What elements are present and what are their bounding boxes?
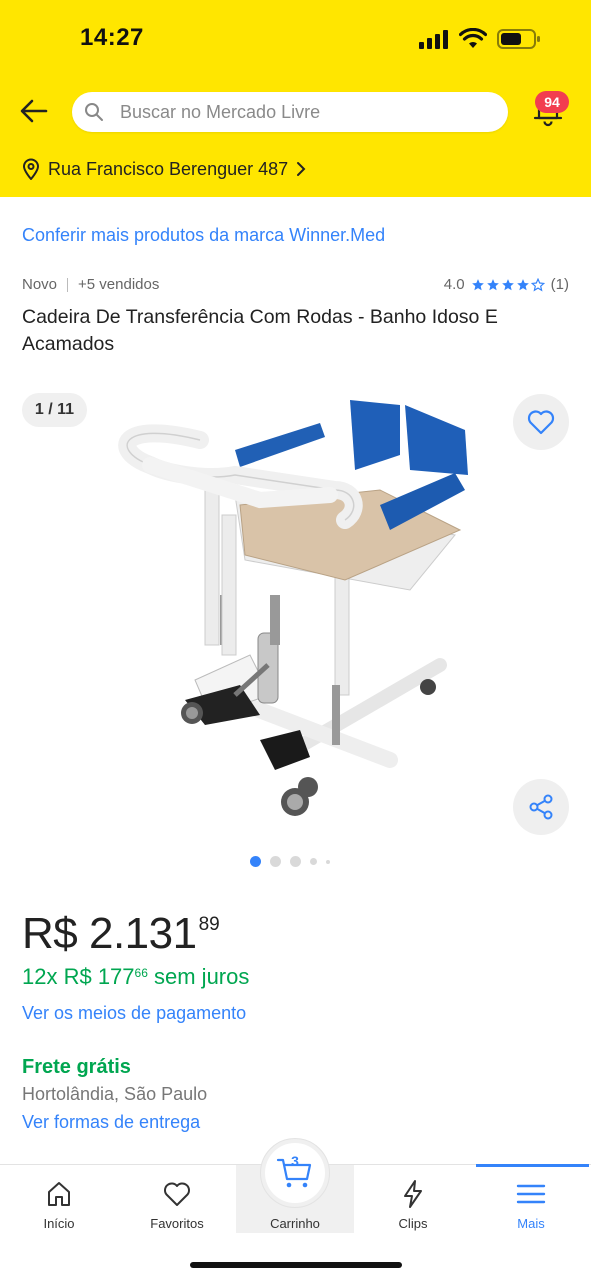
nav-label: Mais <box>517 1216 545 1231</box>
product-image[interactable] <box>110 395 490 835</box>
pagination-dot[interactable] <box>290 856 301 867</box>
header: 14:27 Buscar no Mercado Livre 94 Rua Fra… <box>0 0 591 197</box>
wifi-icon <box>459 28 487 48</box>
share-button[interactable] <box>513 779 569 835</box>
favorite-button[interactable] <box>513 394 569 450</box>
installments-prefix: 12x R$ 177 <box>22 964 135 989</box>
nav-label: Início <box>43 1216 75 1231</box>
search-input[interactable] <box>120 92 490 132</box>
address-label: Rua Francisco Berenguer 487 <box>48 158 289 179</box>
share-icon <box>529 794 553 820</box>
brand-products-link[interactable]: Conferir mais produtos da marca Winner.M… <box>22 225 385 246</box>
cart-button[interactable]: 3 <box>260 1138 330 1208</box>
star-filled-icon <box>486 278 499 290</box>
signal-icon <box>419 30 448 49</box>
nav-item-clips[interactable]: Clips <box>354 1165 472 1235</box>
rating-stars <box>471 277 545 292</box>
star-filled-icon <box>471 278 484 290</box>
location-pin-icon <box>22 158 40 180</box>
menu-icon <box>516 1184 546 1204</box>
nav-item-mais[interactable]: Mais <box>472 1165 590 1235</box>
heart-icon <box>527 410 555 435</box>
payment-methods-link[interactable]: Ver os meios de pagamento <box>22 1003 246 1024</box>
gallery-pagination <box>250 856 330 867</box>
installments-cents: 66 <box>134 966 148 980</box>
installments-suffix: sem juros <box>147 964 250 989</box>
rating[interactable]: 4.0 (1) <box>444 276 569 293</box>
lightning-icon <box>404 1180 422 1208</box>
gallery-counter: 1 / 11 <box>22 393 87 427</box>
star-filled-icon <box>501 278 514 290</box>
installments: 12x R$ 177 66 sem juros <box>22 964 249 990</box>
arrow-left-icon <box>20 99 48 123</box>
pagination-dot[interactable] <box>270 856 281 867</box>
heart-icon <box>164 1182 190 1206</box>
divider <box>67 277 69 292</box>
nav-item-inicio[interactable]: Início <box>0 1165 118 1235</box>
status-icons <box>419 28 541 50</box>
status-time: 14:27 <box>80 24 144 51</box>
home-icon <box>48 1182 70 1206</box>
price-main: R$ 2.131 <box>22 909 197 958</box>
review-count: (1) <box>550 276 569 293</box>
chevron-right-icon <box>297 162 306 176</box>
price: R$ 2.131 89 <box>22 908 220 960</box>
product-meta: Novo +5 vendidos 4.0 (1) <box>22 276 569 296</box>
nav-label: Favoritos <box>150 1216 204 1231</box>
back-button[interactable] <box>18 96 50 126</box>
price-cents: 89 <box>198 914 220 935</box>
pagination-dot[interactable] <box>326 859 330 864</box>
notification-badge: 94 <box>535 91 569 113</box>
nav-label: Carrinho <box>270 1216 320 1231</box>
star-filled-icon <box>516 278 529 290</box>
star-empty-icon <box>530 277 545 291</box>
pagination-dot[interactable] <box>310 858 317 865</box>
pagination-dot-active[interactable] <box>250 856 261 867</box>
address-selector[interactable]: Rua Francisco Berenguer 487 <box>22 158 306 180</box>
cart-count: 3 <box>291 1153 299 1169</box>
shipping-location: Hortolândia, São Paulo <box>22 1084 208 1104</box>
battery-icon <box>497 29 540 49</box>
condition-label: Novo <box>22 276 58 293</box>
product-title: Cadeira De Transferência Com Rodas - Ban… <box>22 306 498 355</box>
nav-label: Clips <box>398 1216 428 1231</box>
search-icon <box>85 103 103 121</box>
search-bar[interactable] <box>72 92 508 132</box>
nav-item-favoritos[interactable]: Favoritos <box>118 1165 236 1235</box>
free-shipping-label: Frete grátis <box>22 1056 131 1078</box>
delivery-options-link[interactable]: Ver formas de entrega <box>22 1112 200 1133</box>
rating-value: 4.0 <box>443 276 465 293</box>
sold-count: +5 vendidos <box>78 276 160 293</box>
home-indicator <box>190 1262 402 1268</box>
